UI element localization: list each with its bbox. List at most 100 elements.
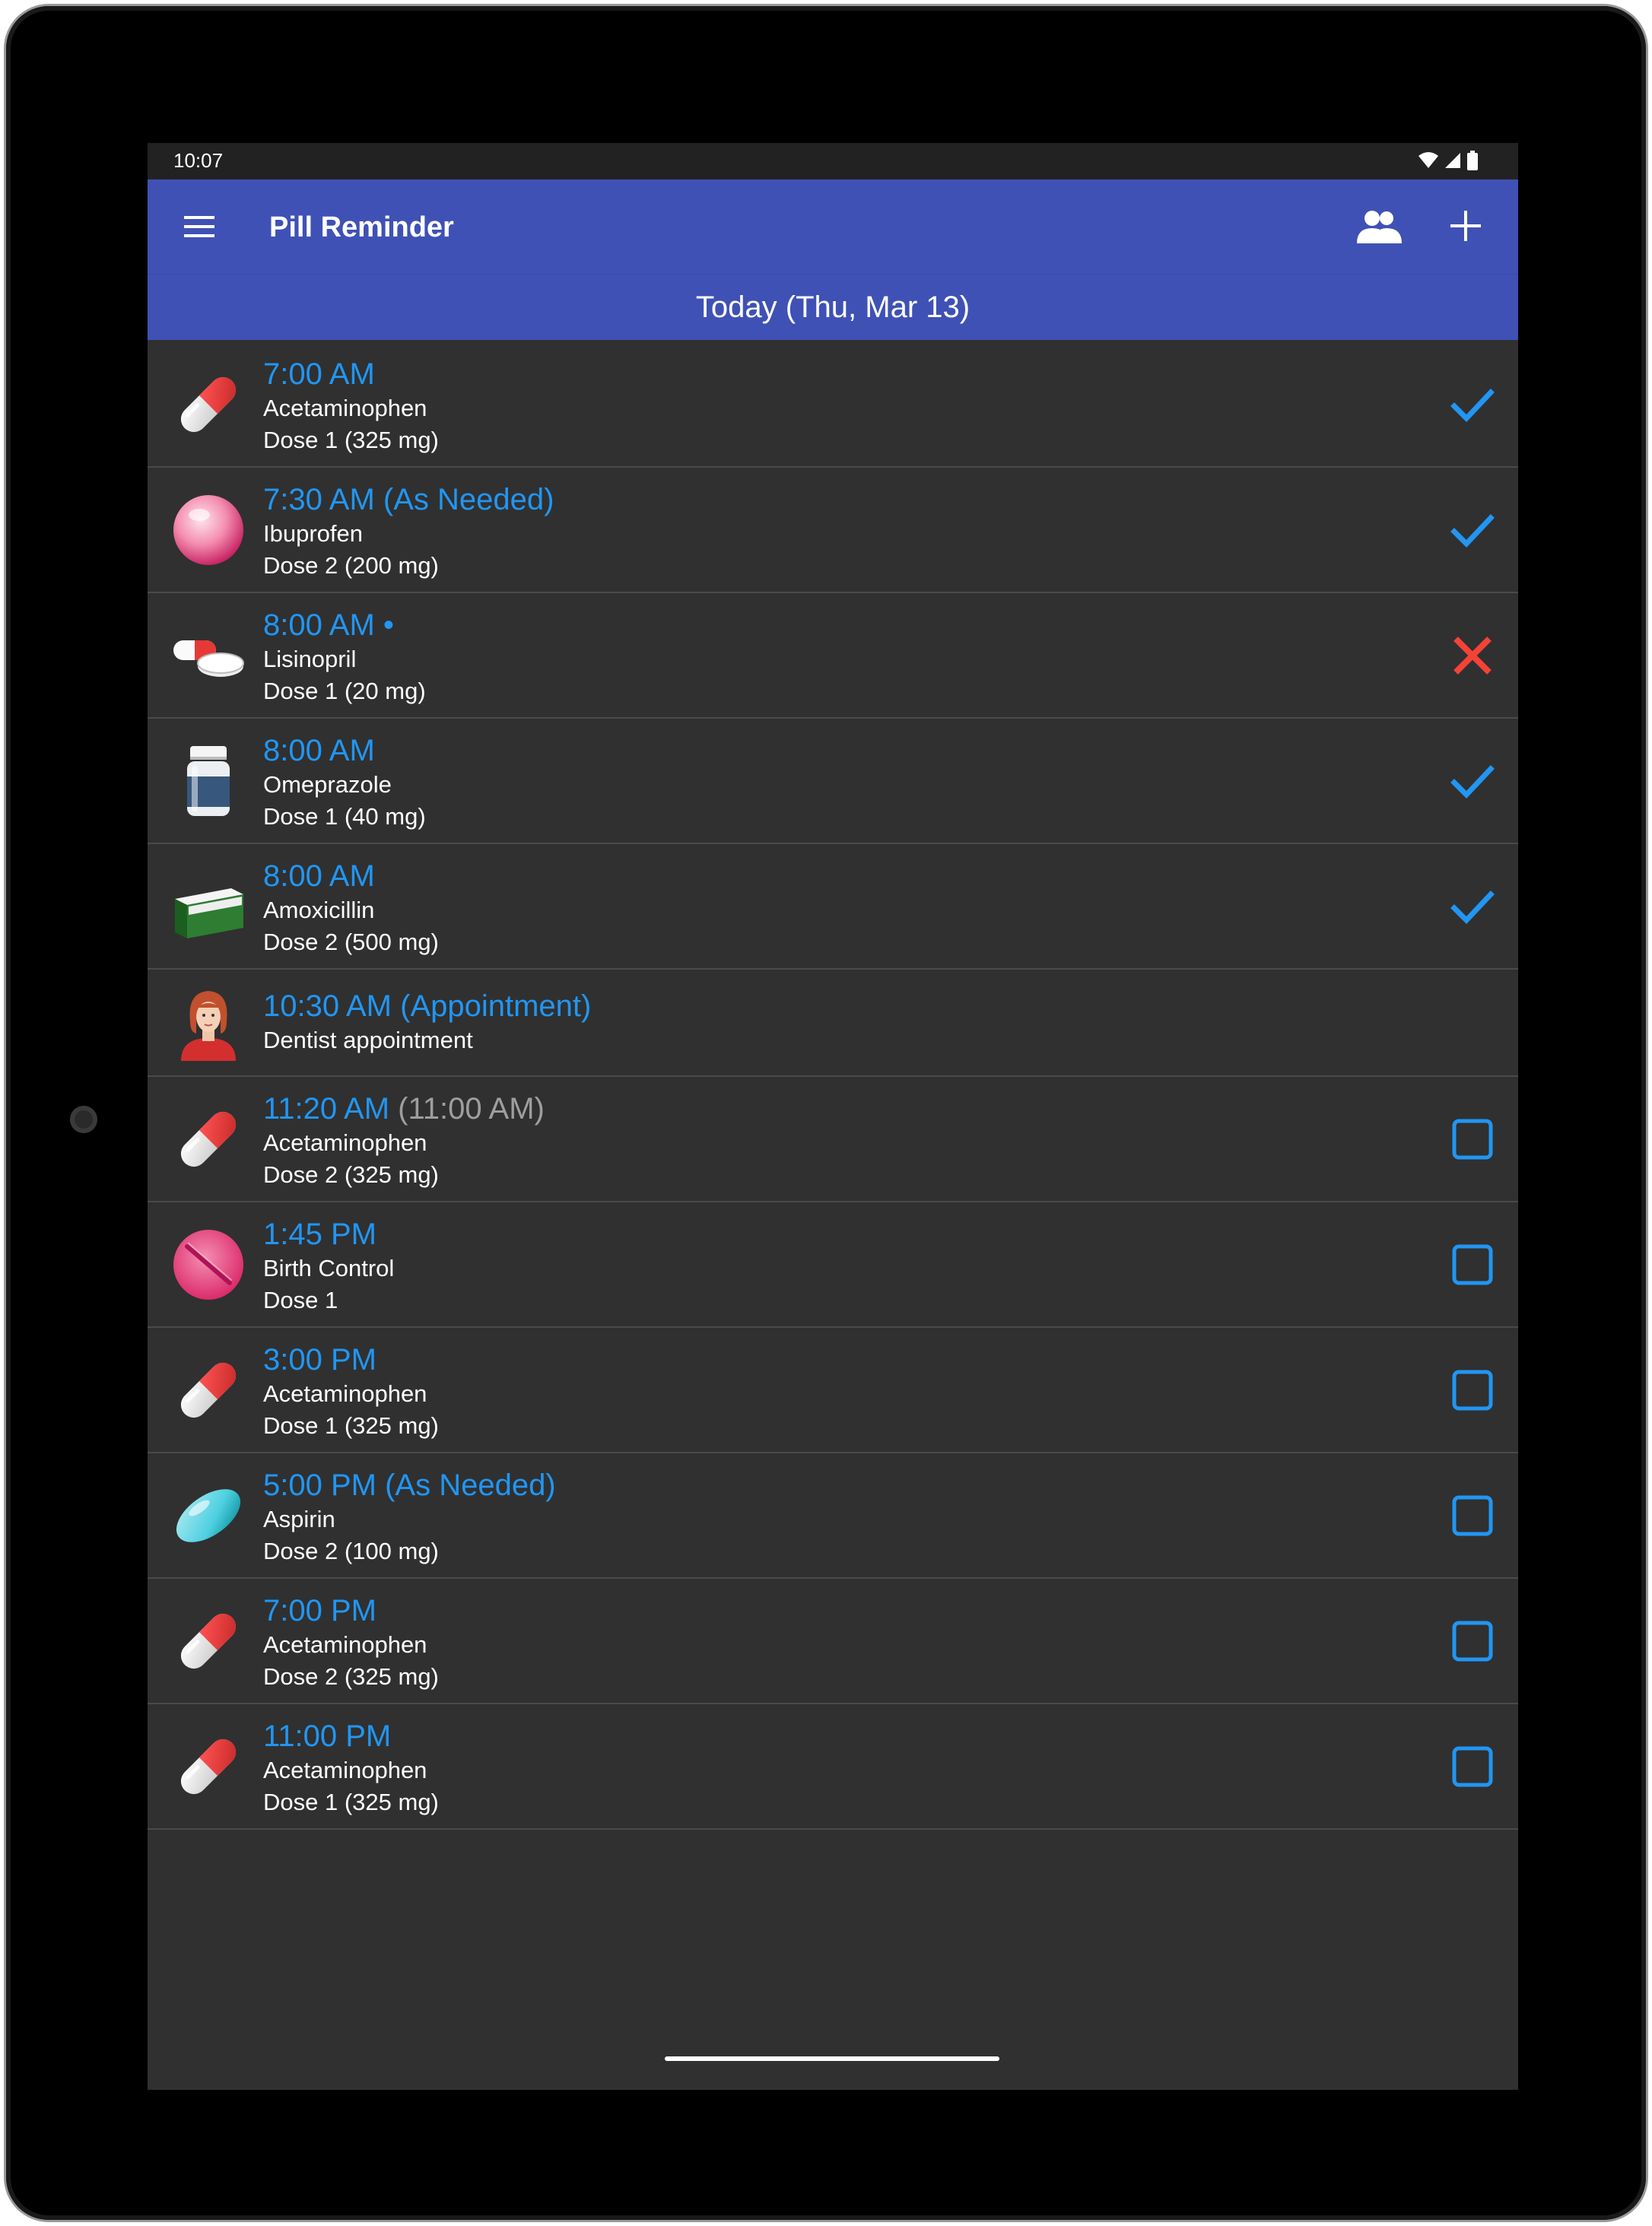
medication-name: Omeprazole [263,771,392,798]
dose-info: Dose 1 (325 mg) [263,1412,439,1439]
schedule-row[interactable]: 8:00 AM • Lisinopril Dose 1 (20 mg) [148,593,1518,719]
dose-info: Dose 2 (500 mg) [263,929,439,955]
capsule-red-white-icon [170,1352,246,1428]
schedule-row[interactable]: 5:00 PM (As Needed) Aspirin Dose 2 (100 … [148,1453,1518,1579]
scheduled-time: 7:00 PM [263,1594,376,1627]
dose-time: 8:00 AM [263,732,426,769]
dose-info: Dose 2 (100 mg) [263,1538,439,1564]
add-icon[interactable] [1447,207,1485,245]
schedule-list: 7:00 AM Acetaminophen Dose 1 (325 mg) 7:… [148,342,1518,1830]
row-texts: 5:00 PM (As Needed) Aspirin Dose 2 (100 … [263,1467,556,1567]
medication-name: Acetaminophen [263,1129,427,1156]
screen: 10:07 Pill Reminder Today (Thu, Mar 13) … [148,143,1518,2090]
medication-name: Acetaminophen [263,1380,427,1407]
scheduled-time: 10:30 AM (Appointment) [263,989,592,1023]
row-texts: 7:00 PM Acetaminophen Dose 2 (325 mg) [263,1592,439,1693]
dose-time: 8:00 AM • [263,607,426,643]
schedule-row[interactable]: 1:45 PM Birth Control Dose 1 [148,1202,1518,1328]
dose-time: 10:30 AM (Appointment) [263,988,591,1024]
scheduled-time: 11:00 PM [263,1720,392,1753]
scheduled-time: 8:00 AM [263,734,375,767]
row-texts: 1:45 PM Birth Control Dose 1 [263,1216,394,1316]
dose-info: Dose 1 [263,1287,338,1313]
dose-info: Dose 1 (20 mg) [263,678,426,704]
schedule-row[interactable]: 8:00 AM Amoxicillin Dose 2 (500 mg) [148,844,1518,970]
pending-checkbox-icon[interactable] [1450,1116,1495,1162]
pending-checkbox-icon[interactable] [1450,1367,1495,1413]
tablet-frame: 10:07 Pill Reminder Today (Thu, Mar 13) … [6,6,1646,2220]
app-bar: Pill Reminder [148,179,1518,274]
row-texts: 3:00 PM Acetaminophen Dose 1 (325 mg) [263,1342,439,1442]
medication-name: Birth Control [263,1255,395,1281]
capsule-red-white-icon [170,1101,246,1177]
dose-info: Dose 2 (325 mg) [263,1663,439,1690]
dose-time: 3:00 PM [263,1342,439,1378]
taken-check-icon[interactable] [1450,507,1495,553]
camera-icon [70,1106,97,1133]
pending-checkbox-icon[interactable] [1450,1493,1495,1539]
dose-info: Dose 2 (200 mg) [263,552,439,579]
row-texts: 11:20 AM (11:00 AM) Acetaminophen Dose 2… [263,1091,545,1191]
row-texts: 11:00 PM Acetaminophen Dose 1 (325 mg) [263,1718,439,1818]
people-icon[interactable] [1355,208,1404,245]
doctor-avatar-icon [170,985,246,1061]
schedule-row[interactable]: 11:20 AM (11:00 AM) Acetaminophen Dose 2… [148,1077,1518,1202]
taken-check-icon[interactable] [1450,884,1495,929]
dose-time: 11:20 AM (11:00 AM) [263,1091,545,1127]
row-texts: 8:00 AM Amoxicillin Dose 2 (500 mg) [263,858,439,958]
scheduled-time: 5:00 PM (As Needed) [263,1469,556,1502]
medication-name: Dentist appointment [263,1027,473,1053]
date-header: Today (Thu, Mar 13) [148,274,1518,340]
dose-time: 5:00 PM (As Needed) [263,1467,556,1504]
schedule-row[interactable]: 7:00 AM Acetaminophen Dose 1 (325 mg) [148,342,1518,468]
dose-info: Dose 2 (325 mg) [263,1161,439,1188]
taken-check-icon[interactable] [1450,382,1495,427]
status-time: 10:07 [173,149,224,172]
scheduled-time: 7:00 AM [263,357,375,391]
pending-checkbox-icon[interactable] [1450,1618,1495,1664]
battery-icon [1467,151,1478,170]
schedule-row[interactable]: 8:00 AM Omeprazole Dose 1 (40 mg) [148,719,1518,844]
signal-icon [1445,153,1460,168]
medicine-box-icon [170,868,246,945]
pills-icon [170,618,246,694]
row-texts: 8:00 AM Omeprazole Dose 1 (40 mg) [263,732,426,833]
row-texts: 7:00 AM Acetaminophen Dose 1 (325 mg) [263,356,439,456]
schedule-row[interactable]: 10:30 AM (Appointment) Dentist appointme… [148,970,1518,1077]
original-time: (11:00 AM) [398,1092,545,1126]
scheduled-time: 8:00 AM • [263,608,394,642]
pill-bottle-icon [170,743,246,819]
medication-name: Aspirin [263,1506,335,1532]
medication-name: Ibuprofen [263,520,363,547]
row-texts: 7:30 AM (As Needed) Ibuprofen Dose 2 (20… [263,481,554,582]
dose-time: 7:30 AM (As Needed) [263,481,554,518]
medication-name: Acetaminophen [263,1631,427,1658]
teal-softgel-icon [170,1478,246,1554]
dose-time: 7:00 AM [263,356,439,392]
schedule-row[interactable]: 7:00 PM Acetaminophen Dose 2 (325 mg) [148,1579,1518,1704]
schedule-row[interactable]: 11:00 PM Acetaminophen Dose 1 (325 mg) [148,1704,1518,1830]
medication-name: Acetaminophen [263,395,427,421]
scheduled-time: 11:20 AM [263,1092,390,1126]
status-bar: 10:07 [148,143,1518,179]
row-texts: 8:00 AM • Lisinopril Dose 1 (20 mg) [263,607,426,707]
pending-checkbox-icon[interactable] [1450,1744,1495,1789]
pending-checkbox-icon[interactable] [1450,1242,1495,1288]
medication-name: Amoxicillin [263,897,375,923]
medication-name: Lisinopril [263,646,357,672]
gesture-nav-handle[interactable] [665,2056,999,2061]
pink-round-pill-icon [170,492,246,568]
scheduled-time: 3:00 PM [263,1343,376,1377]
taken-check-icon[interactable] [1450,758,1495,804]
dose-time: 7:00 PM [263,1592,439,1629]
skipped-x-icon[interactable] [1450,633,1495,678]
schedule-row[interactable]: 7:30 AM (As Needed) Ibuprofen Dose 2 (20… [148,468,1518,593]
row-texts: 10:30 AM (Appointment) Dentist appointme… [263,988,591,1056]
medication-name: Acetaminophen [263,1757,427,1783]
menu-icon[interactable] [181,210,218,243]
scheduled-time: 1:45 PM [263,1218,376,1251]
dose-info: Dose 1 (325 mg) [263,1789,439,1815]
schedule-row[interactable]: 3:00 PM Acetaminophen Dose 1 (325 mg) [148,1328,1518,1453]
dose-time: 8:00 AM [263,858,439,894]
app-title: Pill Reminder [269,211,454,243]
